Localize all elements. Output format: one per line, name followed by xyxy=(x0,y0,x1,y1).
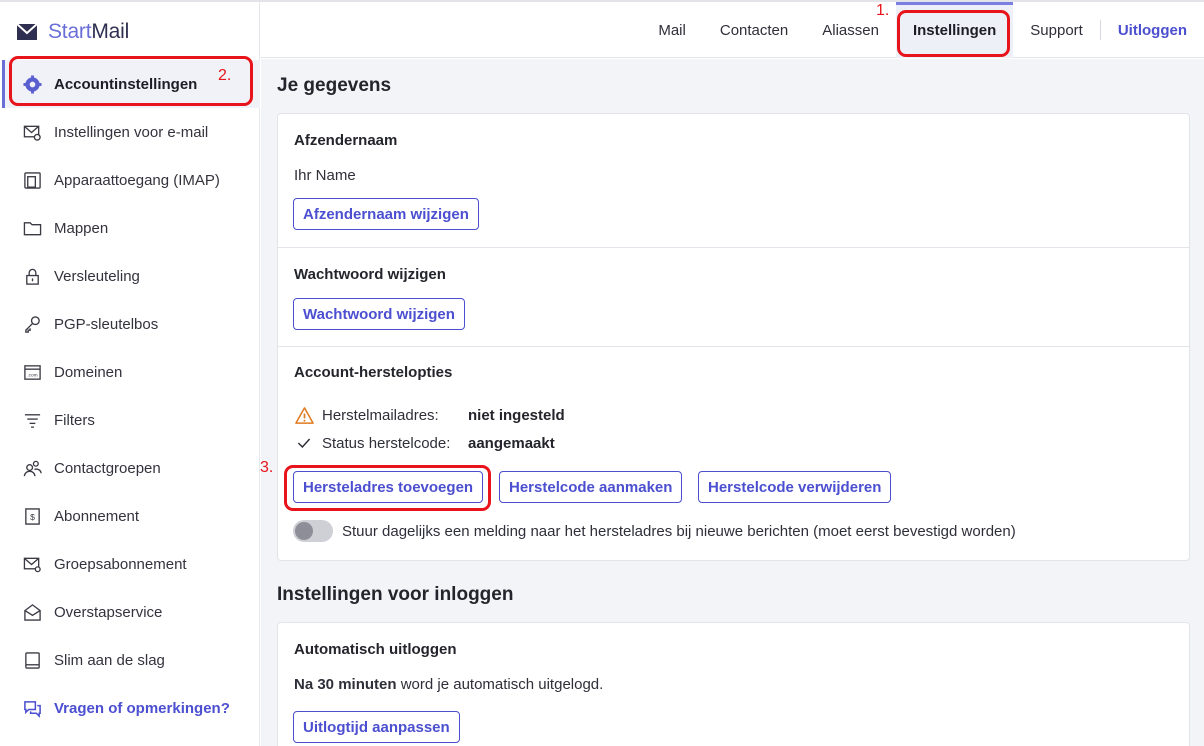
main-content: Je gegevens Afzendernaam Ihr Name Afzend… xyxy=(261,59,1204,746)
login-card: Automatisch uitloggen Na 30 minuten word… xyxy=(277,622,1190,746)
password-section: Wachtwoord wijzigen Wachtwoord wijzigen xyxy=(278,248,1189,347)
sidebar-item-imap[interactable]: Apparaattoegang (IMAP) xyxy=(2,156,260,204)
sidebar-item-label: Instellingen voor e-mail xyxy=(54,123,209,141)
sidebar-item-label: Slim aan de slag xyxy=(54,651,165,669)
chat-bubbles-icon xyxy=(22,698,42,718)
auto-logout-text: Na 30 minuten word je automatisch uitgel… xyxy=(294,676,603,693)
sender-name-section: Afzendernaam Ihr Name Afzendernaam wijzi… xyxy=(278,114,1189,248)
svg-text:.com: .com xyxy=(27,373,37,378)
annotation-label-1: 1. xyxy=(876,2,890,19)
recovery-code-label: Status herstelcode: xyxy=(322,434,451,452)
sidebar-item-versleuteling[interactable]: Versleuteling xyxy=(2,252,260,300)
sidebar-item-label: Apparaattoegang (IMAP) xyxy=(54,171,220,189)
adjust-logout-time-button[interactable]: Uitlogtijd aanpassen xyxy=(293,711,460,743)
sidebar-item-label: Groepsabonnement xyxy=(54,555,187,573)
sidebar-item-label: Mappen xyxy=(54,219,109,237)
settings-nav: Accountinstellingen Instellingen voor e-… xyxy=(2,60,260,732)
recovery-status-list: Herstelmailadres: niet ingesteld Status … xyxy=(294,401,565,457)
sidebar-item-label: Contactgroepen xyxy=(54,459,161,477)
recovery-code-value: aangemaakt xyxy=(468,434,555,452)
sidebar-item-mappen[interactable]: Mappen xyxy=(2,204,260,252)
annotation-box-1 xyxy=(897,10,1010,57)
auto-logout-rest: word je automatisch uitgelogd. xyxy=(396,676,604,693)
tab-support[interactable]: Support xyxy=(1013,2,1100,58)
domain-icon: .com xyxy=(22,362,42,382)
delete-recovery-code-button[interactable]: Herstelcode verwijderen xyxy=(698,471,892,503)
sidebar-item-label: Abonnement xyxy=(54,507,140,525)
section-title-je-gegevens: Je gegevens xyxy=(277,75,392,96)
migration-icon xyxy=(22,602,42,622)
annotation-label-3: 3. xyxy=(260,459,274,476)
key-icon xyxy=(22,314,42,334)
checkmark-icon xyxy=(294,433,314,453)
daily-notification-row: Stuur dagelijks een melding naar het her… xyxy=(293,520,1016,542)
logout-link[interactable]: Uitloggen xyxy=(1101,2,1204,58)
sidebar-item-slim-aan-de-slag[interactable]: Slim aan de slag xyxy=(2,636,260,684)
lock-icon xyxy=(22,266,42,286)
filter-icon xyxy=(22,410,42,430)
auto-logout-section: Automatisch uitloggen Na 30 minuten word… xyxy=(278,623,1189,746)
recovery-code-row: Status herstelcode: aangemaakt xyxy=(294,429,565,457)
top-nav: Mail Contacten Aliassen Instellingen Sup… xyxy=(261,2,1204,58)
recovery-email-value: niet ingesteld xyxy=(468,406,565,424)
tab-mail[interactable]: Mail xyxy=(641,2,703,58)
sender-name-value: Ihr Name xyxy=(294,167,356,184)
sidebar-item-pgp[interactable]: PGP-sleutelbos xyxy=(2,300,260,348)
annotation-box-3 xyxy=(284,465,491,511)
recovery-title: Account-herstelopties xyxy=(294,364,453,381)
group-subscription-icon xyxy=(22,554,42,574)
change-sender-name-button[interactable]: Afzendernaam wijzigen xyxy=(293,198,479,230)
auto-logout-duration: Na 30 minuten xyxy=(294,676,397,693)
folder-icon xyxy=(22,218,42,238)
contact-groups-icon xyxy=(22,458,42,478)
svg-text:$: $ xyxy=(30,511,35,521)
tab-contacten[interactable]: Contacten xyxy=(703,2,805,58)
guide-icon xyxy=(22,650,42,670)
recovery-email-label: Herstelmailadres: xyxy=(322,406,439,424)
sidebar-item-label: PGP-sleutelbos xyxy=(54,315,159,333)
mail-logo-icon xyxy=(16,23,38,41)
sidebar-item-contactgroepen[interactable]: Contactgroepen xyxy=(2,444,260,492)
auto-logout-title: Automatisch uitloggen xyxy=(294,641,457,658)
logo[interactable]: StartMail xyxy=(16,20,129,44)
warning-icon xyxy=(294,405,314,425)
sidebar-item-filters[interactable]: Filters xyxy=(2,396,260,444)
create-recovery-code-button[interactable]: Herstelcode aanmaken xyxy=(499,471,683,503)
feedback-link-label: Vragen of opmerkingen? xyxy=(54,699,230,717)
sidebar-item-email-settings[interactable]: Instellingen voor e-mail xyxy=(2,108,260,156)
sidebar-item-abonnement[interactable]: $ Abonnement xyxy=(2,492,260,540)
sidebar-item-label: Filters xyxy=(54,411,95,429)
mail-settings-icon xyxy=(22,122,42,142)
sidebar-item-label: Domeinen xyxy=(54,363,123,381)
daily-notification-label: Stuur dagelijks een melding naar het her… xyxy=(342,522,1016,540)
recovery-section: Account-herstelopties Herstelmailadres: … xyxy=(278,347,1189,560)
recovery-email-row: Herstelmailadres: niet ingesteld xyxy=(294,401,565,429)
section-title-inloggen: Instellingen voor inloggen xyxy=(277,584,514,605)
sidebar-item-groepsabonnement[interactable]: Groepsabonnement xyxy=(2,540,260,588)
logo-text: StartMail xyxy=(48,20,130,43)
annotation-box-2 xyxy=(9,56,253,106)
password-title: Wachtwoord wijzigen xyxy=(294,266,446,283)
sender-name-title: Afzendernaam xyxy=(294,132,398,149)
sidebar-item-label: Overstapservice xyxy=(54,603,163,621)
sidebar-item-domeinen[interactable]: .com Domeinen xyxy=(2,348,260,396)
sidebar: StartMail Accountinstellingen Instelling… xyxy=(2,2,260,746)
annotation-label-2: 2. xyxy=(218,67,232,84)
subscription-icon: $ xyxy=(22,506,42,526)
sidebar-item-label: Versleuteling xyxy=(54,267,140,285)
device-icon xyxy=(22,170,42,190)
change-password-button[interactable]: Wachtwoord wijzigen xyxy=(293,298,465,330)
feedback-link[interactable]: Vragen of opmerkingen? xyxy=(2,684,260,732)
sidebar-item-overstapservice[interactable]: Overstapservice xyxy=(2,588,260,636)
daily-notification-toggle[interactable] xyxy=(293,520,333,542)
